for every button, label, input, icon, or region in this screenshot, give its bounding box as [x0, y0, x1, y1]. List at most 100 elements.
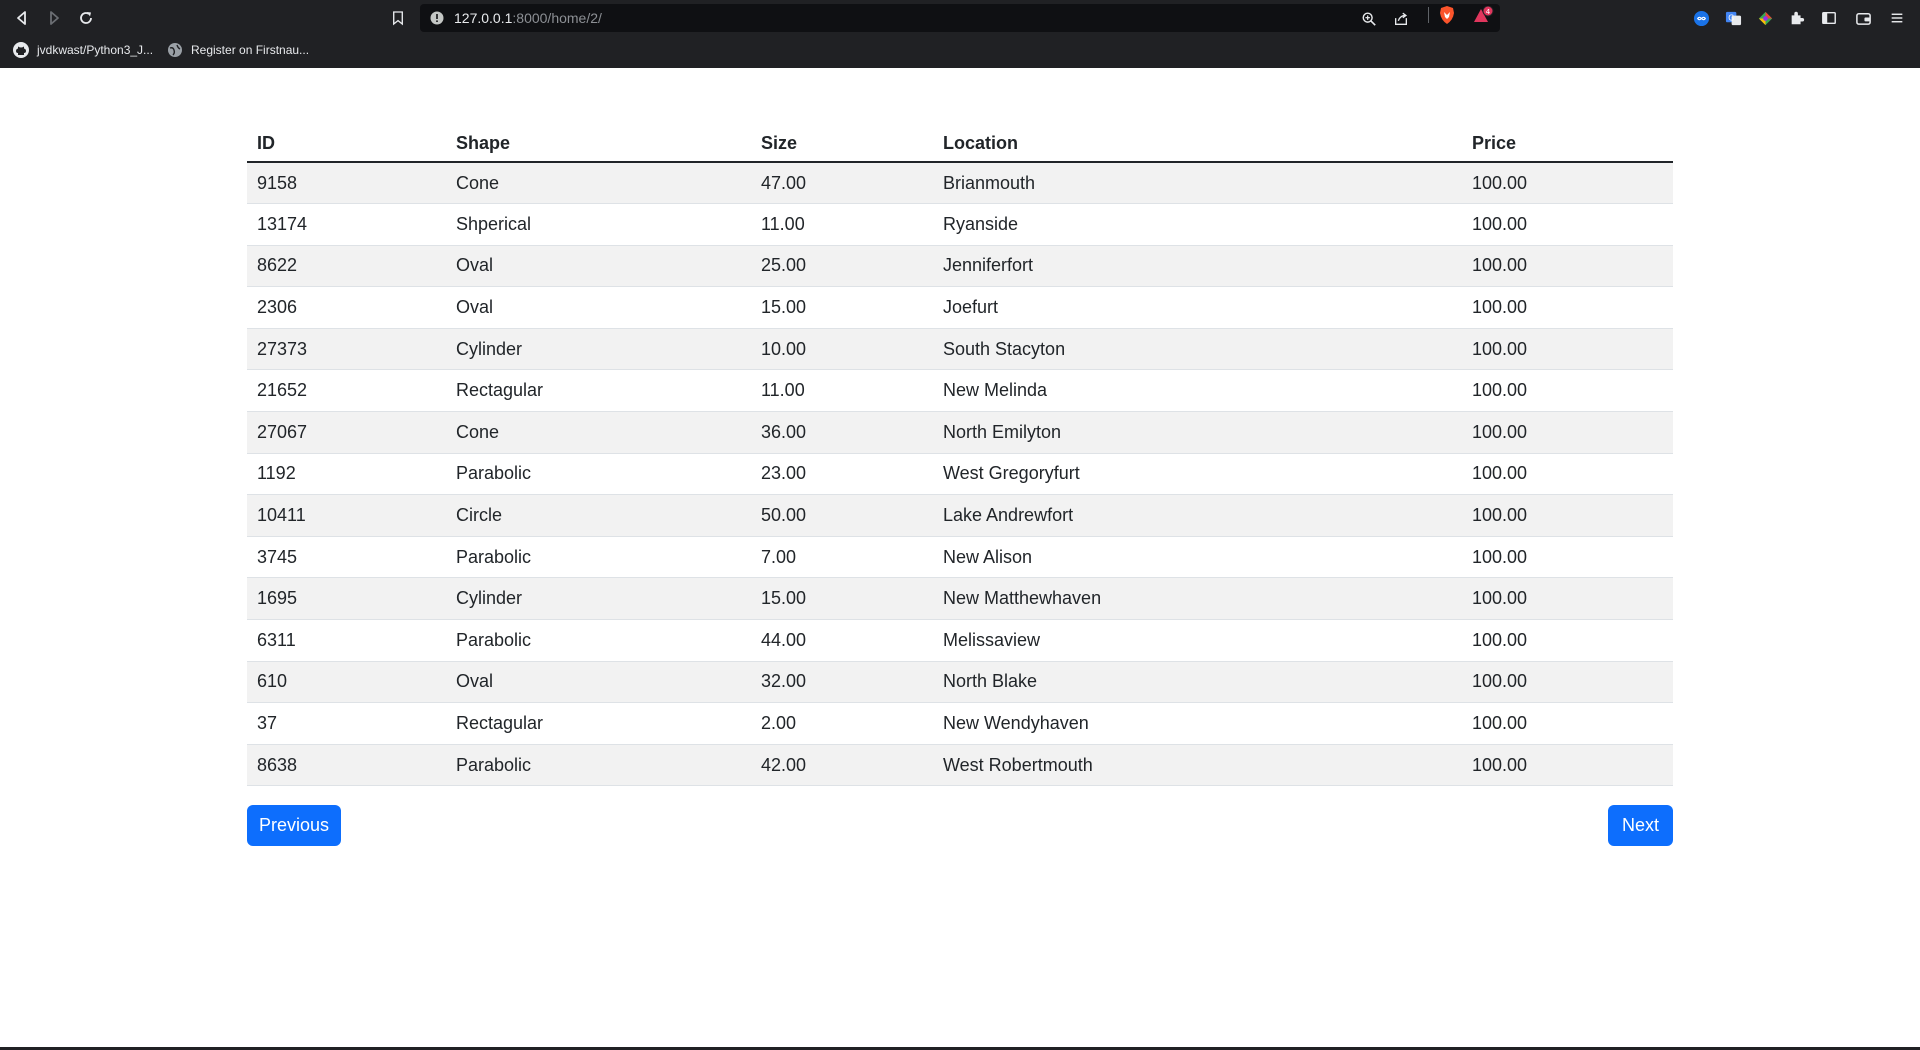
share-icon[interactable] [1392, 10, 1410, 28]
table-row: 9158 Cone 47.00 Brianmouth 100.00 [247, 162, 1673, 205]
extension-translate-icon[interactable]: G [1723, 8, 1743, 28]
cell-size: 44.00 [751, 619, 933, 662]
cell-location: New Melinda [933, 369, 1462, 413]
cell-id: 21652 [247, 369, 446, 413]
table-row: 21652 Rectagular 11.00 New Melinda 100.00 [247, 369, 1673, 413]
cell-size: 15.00 [751, 577, 933, 621]
url-host: 127.0.0.1 [454, 10, 513, 26]
cell-shape: Parabolic [446, 453, 751, 496]
cell-id: 1192 [247, 453, 446, 496]
bookmark-item-firstnau[interactable]: Register on Firstnau... [167, 42, 309, 58]
cell-shape: Cylinder [446, 577, 751, 621]
forward-icon[interactable] [42, 6, 66, 30]
bookmark-label: Register on Firstnau... [191, 43, 310, 57]
menu-icon[interactable] [1887, 8, 1907, 28]
bookmark-label: jvdkwast/Python3_J... [37, 43, 154, 57]
brave-shields-icon[interactable] [1438, 5, 1456, 25]
sidebar-icon[interactable] [1819, 8, 1839, 28]
cell-location: Jenniferfort [933, 245, 1462, 288]
table-row: 1695 Cylinder 15.00 New Matthewhaven 100.00 [247, 577, 1673, 621]
url-path: :8000/home/2/ [512, 10, 602, 26]
toolbar-divider [1428, 7, 1429, 23]
table-row: 8622 Oval 25.00 Jenniferfort 100.00 [247, 245, 1673, 288]
cell-price: 100.00 [1462, 411, 1673, 454]
page-content: ID Shape Size Location Price 9158 Cone 47.… [247, 126, 1673, 787]
cell-size: 2.00 [751, 702, 933, 745]
cell-size: 10.00 [751, 328, 933, 371]
table-row: 610 Oval 32.00 North Blake 100.00 [247, 661, 1673, 704]
cell-size: 47.00 [751, 162, 933, 205]
cell-location: Brianmouth [933, 162, 1462, 205]
reload-icon[interactable] [74, 6, 98, 30]
cell-id: 3745 [247, 536, 446, 579]
extensions-icon[interactable] [1787, 8, 1807, 28]
cell-price: 100.00 [1462, 286, 1673, 329]
cell-shape: Cylinder [446, 328, 751, 371]
cell-location: Joefurt [933, 286, 1462, 329]
table-row: 2306 Oval 15.00 Joefurt 100.00 [247, 286, 1673, 329]
extension-colorpicker-icon[interactable] [1755, 8, 1775, 28]
cell-size: 42.00 [751, 744, 933, 787]
cell-id: 27373 [247, 328, 446, 371]
cell-size: 50.00 [751, 494, 933, 537]
next-button[interactable]: Next [1608, 805, 1673, 846]
cell-price: 100.00 [1462, 577, 1673, 621]
cell-location: North Emilyton [933, 411, 1462, 454]
table-row: 1192 Parabolic 23.00 West Gregoryfurt 100.00 [247, 453, 1673, 496]
cell-shape: Oval [446, 286, 751, 329]
rewards-badge-count: 4 [1486, 8, 1491, 16]
cell-shape: Parabolic [446, 744, 751, 787]
bookmark-icon[interactable] [388, 7, 408, 29]
table-row: 6311 Parabolic 44.00 Melissaview 100.00 [247, 619, 1673, 662]
table-row: 8638 Parabolic 42.00 West Robertmouth 100.00 [247, 744, 1673, 787]
cell-id: 8638 [247, 744, 446, 787]
column-header-price: Price [1462, 126, 1673, 163]
cell-location: West Gregoryfurt [933, 453, 1462, 496]
cell-location: New Wendyhaven [933, 702, 1462, 745]
url-text[interactable]: 127.0.0.1:8000/home/2/ [454, 10, 602, 26]
address-bar[interactable]: 127.0.0.1:8000/home/2/ [420, 4, 1500, 32]
cell-shape: Shperical [446, 203, 751, 246]
previous-button[interactable]: Previous [247, 805, 341, 846]
items-table: ID Shape Size Location Price 9158 Cone 47.… [247, 126, 1673, 787]
table-row: 27067 Cone 36.00 North Emilyton 100.00 [247, 411, 1673, 454]
cell-location: Lake Andrewfort [933, 494, 1462, 537]
zoom-icon[interactable] [1360, 10, 1378, 28]
cell-id: 8622 [247, 245, 446, 288]
extension-infinity-icon[interactable] [1691, 8, 1711, 28]
table-row: 27373 Cylinder 10.00 South Stacyton 100.00 [247, 328, 1673, 371]
cell-id: 2306 [247, 286, 446, 329]
table-row: 10411 Circle 50.00 Lake Andrewfort 100.00 [247, 494, 1673, 537]
cell-shape: Oval [446, 245, 751, 288]
wallet-icon[interactable] [1853, 8, 1873, 28]
bookmark-item-github[interactable]: jvdkwast/Python3_J... [13, 42, 153, 58]
cell-id: 13174 [247, 203, 446, 246]
back-icon[interactable] [10, 6, 34, 30]
cell-location: New Alison [933, 536, 1462, 579]
github-icon [13, 42, 29, 58]
cell-price: 100.00 [1462, 453, 1673, 496]
table-header: ID Shape Size Location Price [247, 126, 1673, 163]
bookmarks-bar: jvdkwast/Python3_J... Register on Firstn… [0, 38, 1920, 64]
cell-size: 25.00 [751, 245, 933, 288]
svg-text:G: G [1728, 13, 1734, 22]
cell-price: 100.00 [1462, 619, 1673, 662]
browser-toolbar: 127.0.0.1:8000/home/2/ 4 G [0, 0, 1920, 36]
cell-location: South Stacyton [933, 328, 1462, 371]
cell-shape: Oval [446, 661, 751, 704]
cell-shape: Parabolic [446, 536, 751, 579]
globe-icon [167, 42, 183, 58]
cell-id: 9158 [247, 162, 446, 205]
cell-location: West Robertmouth [933, 744, 1462, 787]
site-info-icon[interactable] [430, 11, 444, 25]
cell-price: 100.00 [1462, 203, 1673, 246]
cell-id: 37 [247, 702, 446, 745]
cell-id: 610 [247, 661, 446, 704]
column-header-size: Size [751, 126, 933, 163]
cell-price: 100.00 [1462, 494, 1673, 537]
table-body: 9158 Cone 47.00 Brianmouth 100.00 13174 Shper… [247, 162, 1673, 787]
cell-id: 6311 [247, 619, 446, 662]
brave-rewards-icon[interactable]: 4 [1472, 5, 1494, 24]
cell-shape: Rectagular [446, 369, 751, 413]
cell-price: 100.00 [1462, 744, 1673, 787]
